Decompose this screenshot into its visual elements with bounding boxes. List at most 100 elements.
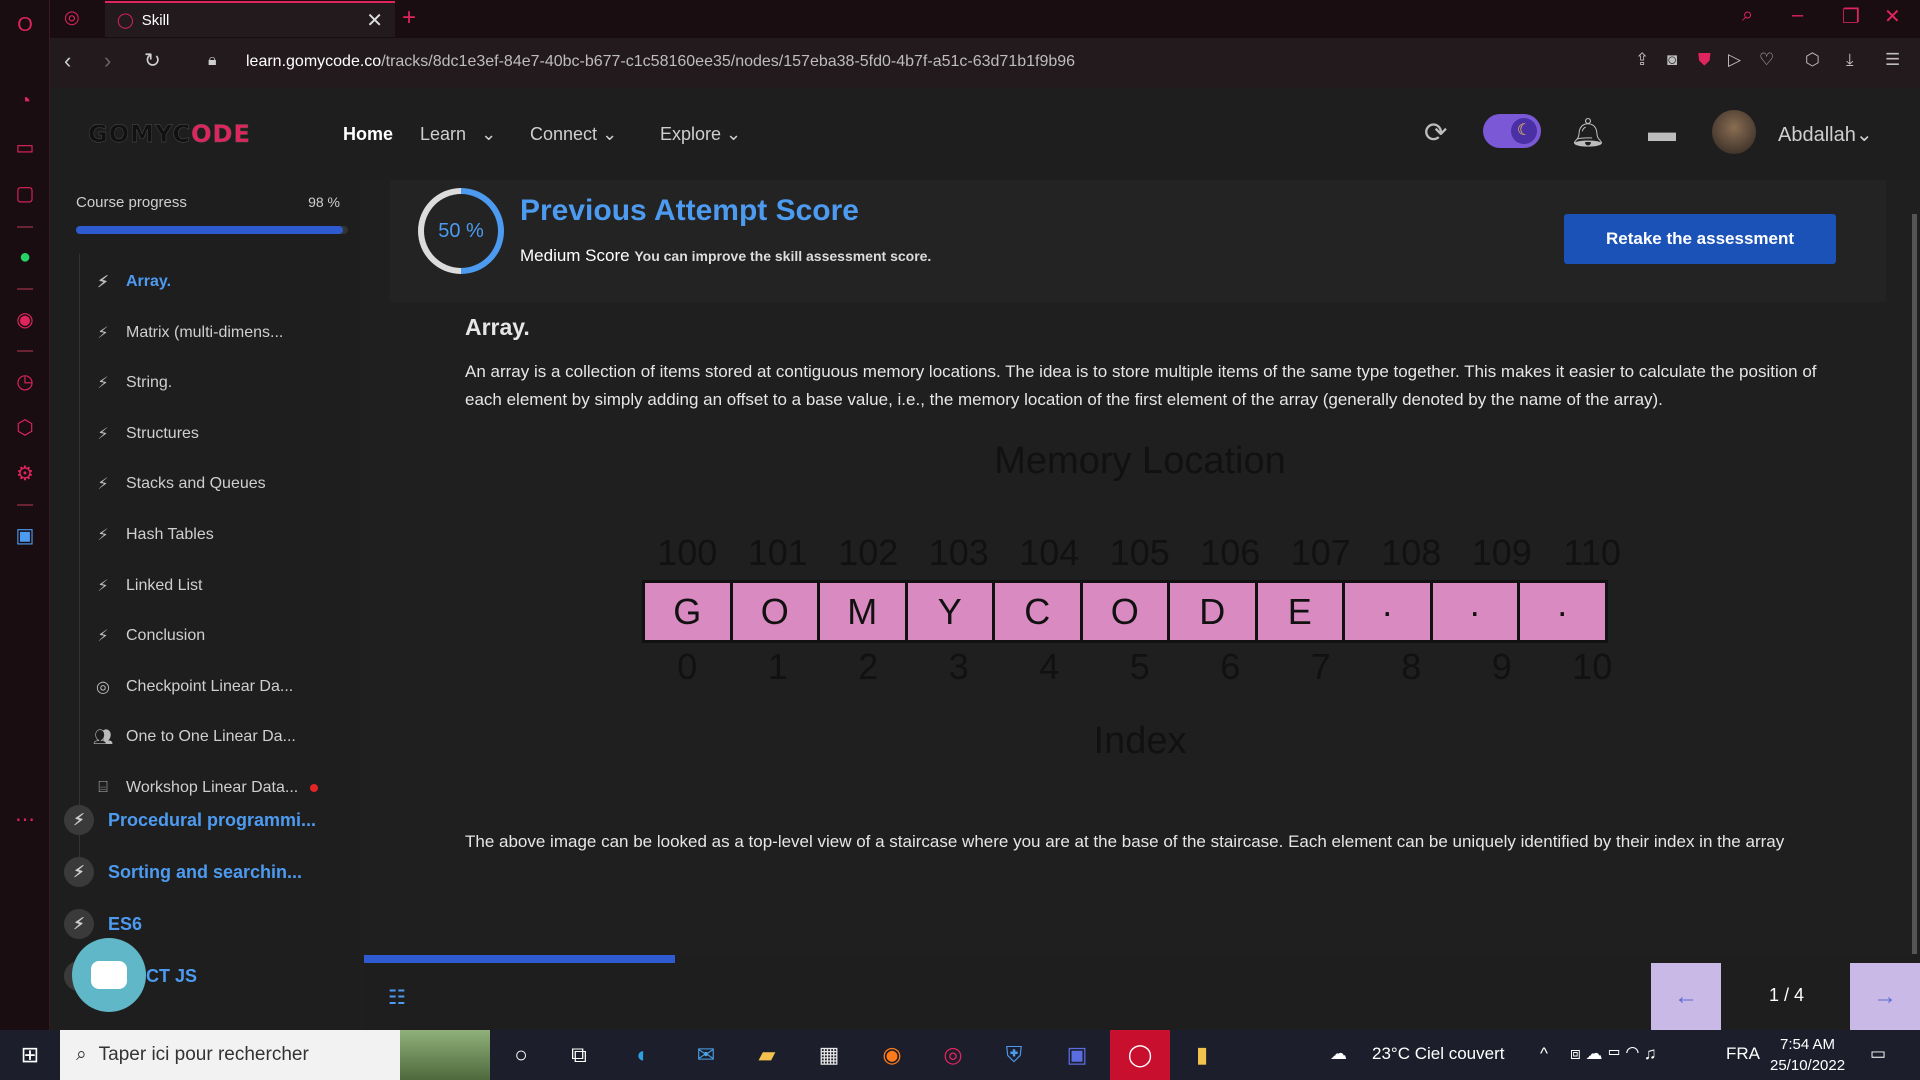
url-field[interactable]: learn.gomycode.co/tracks/8dc1e3ef-84e7-4… <box>246 53 1075 71</box>
bolt-icon: ⚡︎ <box>97 375 109 393</box>
lesson-item[interactable]: ⚡︎ Matrix (multi-dimens... <box>80 313 350 353</box>
clock[interactable]: 7:54 AM 25/10/2022 <box>1770 1034 1845 1076</box>
whatsapp-icon[interactable]: ● <box>12 244 38 270</box>
bell-icon[interactable]: 🔔︎ <box>1570 116 1606 149</box>
user-menu[interactable]: Abdallah⌄ <box>1778 122 1873 147</box>
nav-explore[interactable]: Explore ⌄ <box>660 124 741 145</box>
twitch-icon[interactable]: ▢ <box>12 180 38 206</box>
gamepad-icon[interactable]: ◎ <box>64 7 80 28</box>
close-window-icon[interactable]: ✕ <box>1884 4 1901 29</box>
vpn-shield-icon[interactable]: ⛨ <box>998 1040 1030 1070</box>
array-cell: M <box>817 580 908 643</box>
firefox-icon[interactable]: ◉ <box>876 1040 908 1070</box>
lesson-item[interactable]: 👥︎ One to One Linear Da... <box>80 717 350 757</box>
search-tabs-icon[interactable]: ⌕ <box>1742 4 1753 27</box>
sync-icon[interactable]: ⟳ <box>1424 116 1447 149</box>
speed-dial-icon[interactable]: ◔ <box>12 88 38 114</box>
task-view-icon[interactable]: ⧉ <box>563 1040 595 1070</box>
messages-icon[interactable]: ▬ <box>1648 116 1676 148</box>
lesson-paragraph: An array is a collection of items stored… <box>465 362 1817 409</box>
memory-address: 106 <box>1200 532 1261 573</box>
opera-gx-icon[interactable]: ◎ <box>937 1040 969 1070</box>
notifications-icon[interactable]: ▭ <box>1870 1044 1886 1064</box>
settings-icon[interactable]: ⚙ <box>12 460 38 486</box>
weather-text[interactable]: 23°C Ciel couvert <box>1372 1044 1504 1064</box>
lesson-label: Linked List <box>126 576 203 594</box>
nav-home[interactable]: Home <box>343 124 393 145</box>
back-icon[interactable]: ‹ <box>64 48 71 74</box>
edge-icon[interactable]: ◐ <box>627 1040 659 1070</box>
array-cell: · <box>1342 580 1433 643</box>
translate-icon[interactable]: ▣ <box>12 522 38 548</box>
lesson-item[interactable]: ⚡︎ Conclusion <box>80 616 350 656</box>
lesson-label: String. <box>126 374 173 392</box>
opera-browser-icon[interactable]: ◯ <box>1110 1030 1170 1080</box>
array-index: 7 <box>1310 646 1331 687</box>
chat-support-button[interactable] <box>72 938 146 1012</box>
gomycode-logo[interactable]: GOMYCODE <box>88 120 251 148</box>
dark-mode-toggle[interactable]: ☾ <box>1483 114 1541 148</box>
minimize-icon[interactable]: – <box>1792 4 1803 27</box>
lesson-item[interactable]: ⚡︎ Array. <box>80 262 350 302</box>
lesson-item[interactable]: ⚡︎ String. <box>80 363 350 403</box>
lesson-item[interactable]: ⚡︎ Hash Tables <box>80 515 350 555</box>
module-item[interactable]: ⚡︎ Sorting and searchin... <box>64 852 302 892</box>
heart-icon[interactable]: ♡ <box>1759 50 1774 70</box>
teams-icon[interactable]: ▣ <box>1061 1040 1093 1070</box>
tray-chevron-icon[interactable]: ^ <box>1540 1044 1548 1064</box>
opera-logo-icon[interactable]: O <box>12 12 38 38</box>
array-index: 5 <box>1129 646 1150 687</box>
module-label: ES6 <box>108 913 143 934</box>
download-icon[interactable]: ⤓ <box>1846 50 1854 70</box>
close-tab-icon[interactable]: ✕ <box>366 8 383 33</box>
easy-setup-icon[interactable]: ☰ <box>1885 50 1900 70</box>
chevron-down-icon: ⌄ <box>602 124 618 144</box>
opera-tab-icon: ◯ <box>117 12 134 29</box>
adblock-icon[interactable]: ⛊ <box>1698 50 1711 70</box>
history-icon[interactable]: ◷ <box>12 368 38 394</box>
lesson-item[interactable]: ⚡︎ Structures <box>80 414 350 454</box>
lesson-item[interactable]: ⚡︎ Linked List <box>80 566 350 606</box>
taskbar-search[interactable]: ⌕ Taper ici pour rechercher <box>60 1030 490 1080</box>
nav-learn[interactable]: Learn ⌄ <box>420 124 496 145</box>
workspaces-icon[interactable]: ▭ <box>12 134 38 160</box>
restore-icon[interactable]: ❐ <box>1842 4 1860 29</box>
score-card: 50 % Previous Attempt Score Medium Score… <box>390 180 1886 302</box>
lesson-item[interactable]: ◎ Checkpoint Linear Da... <box>80 667 350 707</box>
extensions-icon[interactable]: ⬡ <box>12 414 38 440</box>
weather-icon[interactable]: ☁ <box>1330 1044 1347 1064</box>
reload-icon[interactable]: ↻ <box>144 48 161 73</box>
file-explorer-icon[interactable]: ▰ <box>751 1040 783 1070</box>
memory-address: 110 <box>1563 532 1621 573</box>
array-index: 3 <box>948 646 969 687</box>
player-icon[interactable]: ◉ <box>12 306 38 332</box>
lesson-item[interactable]: ⚡︎ Stacks and Queues <box>80 464 350 504</box>
array-cell: D <box>1167 580 1258 643</box>
language-indicator[interactable]: FRA <box>1726 1044 1760 1064</box>
tab-title: Skill <box>141 11 170 29</box>
tab-skill[interactable]: ◯ Skill ✕ <box>105 1 395 37</box>
more-icon[interactable]: ⋯ <box>12 806 38 832</box>
prev-page-button[interactable]: ← <box>1651 963 1721 1030</box>
list-icon[interactable]: ☷ <box>388 985 406 1010</box>
content-scrollbar[interactable] <box>1912 214 1917 954</box>
snapshot-icon[interactable]: ◙ <box>1667 50 1677 70</box>
nav-connect[interactable]: Connect ⌄ <box>530 124 617 145</box>
windows-start-icon[interactable]: ⊞ <box>14 1040 46 1070</box>
share-icon[interactable]: ⇪ <box>1635 50 1649 70</box>
bolt-icon: ⚡︎ <box>97 274 109 291</box>
send-icon[interactable]: ▷ <box>1728 50 1741 70</box>
next-page-button[interactable]: → <box>1850 963 1920 1030</box>
array-cell: G <box>642 580 733 643</box>
mail-icon[interactable]: ✉ <box>690 1040 722 1070</box>
store-icon[interactable]: ▦ <box>813 1040 845 1070</box>
retake-assessment-button[interactable]: Retake the assessment <box>1564 214 1836 264</box>
cortana-icon[interactable]: ○ <box>505 1040 537 1070</box>
forward-icon[interactable]: › <box>104 48 111 74</box>
cube-icon[interactable]: ⬡ <box>1805 50 1820 70</box>
tray-apps-icon[interactable]: ⧈ ☁ ▭ ◠ ♫ <box>1570 1044 1657 1064</box>
avatar[interactable] <box>1712 110 1756 154</box>
notes-icon[interactable]: ▮ <box>1186 1040 1218 1070</box>
module-item[interactable]: ⚡︎ Procedural programmi... <box>64 800 316 840</box>
new-tab-icon[interactable]: + <box>402 4 416 32</box>
